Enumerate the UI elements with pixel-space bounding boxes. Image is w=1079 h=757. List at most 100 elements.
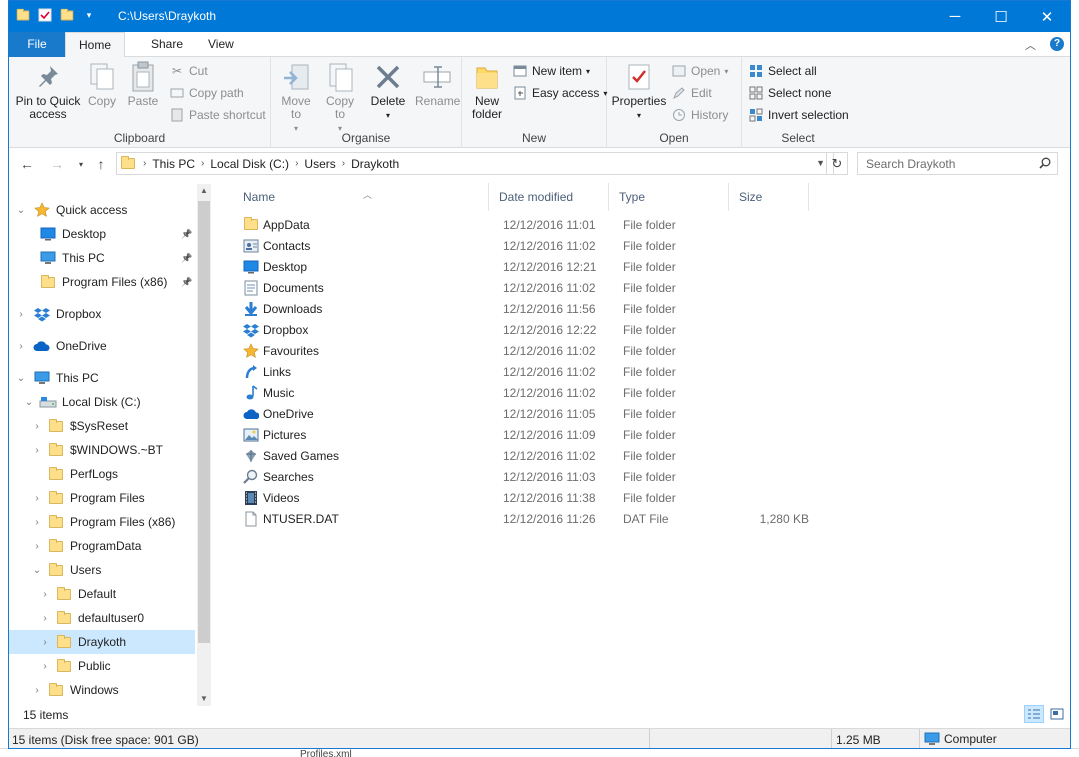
back-button[interactable]: ← bbox=[19, 156, 35, 172]
new-item-button[interactable]: New item ▾ bbox=[512, 61, 590, 81]
chevron-down-icon[interactable]: ▼ bbox=[816, 158, 825, 168]
nav-item[interactable]: Program Files (x86) 📌 bbox=[9, 270, 195, 294]
select-all-button[interactable]: Select all bbox=[748, 61, 817, 81]
nav-item[interactable]: › Windows bbox=[9, 678, 195, 702]
help-icon[interactable]: ? bbox=[1050, 37, 1064, 51]
tab-view[interactable]: View bbox=[195, 32, 247, 57]
chevron-right-icon[interactable]: › bbox=[39, 613, 51, 624]
file-row[interactable]: Favourites 12/12/2016 11:02 File folder bbox=[233, 340, 813, 361]
easy-access-button[interactable]: Easy access ▾ bbox=[512, 83, 607, 103]
chevron-down-icon[interactable]: ⌄ bbox=[31, 565, 43, 576]
forward-button[interactable]: → bbox=[49, 156, 65, 172]
nav-item[interactable]: › defaultuser0 bbox=[9, 606, 195, 630]
navigation-scrollbar[interactable]: ▲ ▼ bbox=[197, 184, 211, 706]
pin-to-quick-access-button[interactable]: Pin to Quick access bbox=[15, 61, 81, 121]
new-folder-button[interactable]: New folder bbox=[466, 61, 508, 121]
file-row[interactable]: Pictures 12/12/2016 11:09 File folder bbox=[233, 424, 813, 445]
maximize-button[interactable]: ☐ bbox=[978, 1, 1024, 32]
search-input[interactable]: Search Draykoth bbox=[857, 152, 1058, 175]
move-to-button[interactable]: Move to ▾ bbox=[277, 61, 315, 135]
rename-button[interactable]: Rename bbox=[415, 61, 460, 108]
chevron-right-icon[interactable]: › bbox=[31, 517, 43, 528]
column-header-type[interactable]: Type bbox=[609, 183, 729, 211]
nav-item[interactable]: › $WINDOWS.~BT bbox=[9, 438, 195, 462]
nav-item[interactable]: › $SysReset bbox=[9, 414, 195, 438]
paste-button[interactable]: Paste bbox=[125, 61, 161, 108]
nav-item[interactable]: ⌄ Local Disk (C:) bbox=[9, 390, 195, 414]
nav-item[interactable]: › Program Files (x86) bbox=[9, 510, 195, 534]
file-row[interactable]: Videos 12/12/2016 11:38 File folder bbox=[233, 487, 813, 508]
file-row[interactable]: AppData 12/12/2016 11:01 File folder bbox=[233, 214, 813, 235]
address-bar[interactable]: › This PC › Local Disk (C:) › Users › Dr… bbox=[116, 152, 834, 175]
copy-button[interactable]: Copy bbox=[85, 61, 119, 108]
file-row[interactable]: Contacts 12/12/2016 11:02 File folder bbox=[233, 235, 813, 256]
chevron-right-icon[interactable]: › bbox=[15, 341, 27, 352]
nav-item[interactable]: › Dropbox bbox=[9, 302, 195, 326]
large-icons-view-button[interactable] bbox=[1047, 705, 1067, 723]
select-none-button[interactable]: Select none bbox=[748, 83, 831, 103]
paste-shortcut-button[interactable]: Paste shortcut bbox=[169, 105, 266, 125]
file-row[interactable]: Dropbox 12/12/2016 12:22 File folder bbox=[233, 319, 813, 340]
nav-item[interactable]: › Program Files bbox=[9, 486, 195, 510]
properties-button[interactable]: Properties ▾ bbox=[611, 61, 667, 122]
nav-item[interactable]: › Public bbox=[9, 654, 195, 678]
cut-button[interactable]: ✂ Cut bbox=[169, 61, 208, 81]
nav-item[interactable]: This PC 📌 bbox=[9, 246, 195, 270]
nav-item[interactable]: › OneDrive bbox=[9, 334, 195, 358]
nav-item[interactable]: › ProgramData bbox=[9, 534, 195, 558]
delete-button[interactable]: Delete ▾ bbox=[367, 61, 409, 122]
column-header-size[interactable]: Size bbox=[729, 183, 809, 211]
chevron-down-icon[interactable]: ⌄ bbox=[15, 205, 27, 216]
file-row[interactable]: Music 12/12/2016 11:02 File folder bbox=[233, 382, 813, 403]
chevron-right-icon[interactable]: › bbox=[39, 661, 51, 672]
details-view-button[interactable] bbox=[1024, 705, 1044, 723]
history-button[interactable]: History bbox=[671, 105, 728, 125]
chevron-right-icon[interactable]: › bbox=[31, 493, 43, 504]
new-folder-icon[interactable] bbox=[59, 7, 75, 23]
properties-icon[interactable] bbox=[37, 7, 53, 23]
refresh-button[interactable]: ↻ bbox=[826, 152, 848, 175]
file-row[interactable]: Searches 12/12/2016 11:03 File folder bbox=[233, 466, 813, 487]
file-row[interactable]: Documents 12/12/2016 11:02 File folder bbox=[233, 277, 813, 298]
up-button[interactable]: ↑ bbox=[93, 156, 109, 172]
file-row[interactable]: Saved Games 12/12/2016 11:02 File folder bbox=[233, 445, 813, 466]
column-header-date[interactable]: Date modified bbox=[489, 183, 609, 211]
nav-item[interactable]: Desktop 📌 bbox=[9, 222, 195, 246]
nav-item[interactable]: › Draykoth bbox=[9, 630, 195, 654]
scroll-thumb[interactable] bbox=[198, 201, 210, 643]
invert-selection-button[interactable]: Invert selection bbox=[748, 105, 849, 125]
breadcrumb-this-pc[interactable]: This PC bbox=[152, 157, 195, 171]
tab-home[interactable]: Home bbox=[65, 32, 126, 58]
recent-locations-button[interactable]: ▾ bbox=[73, 156, 89, 172]
chevron-down-icon[interactable]: ⌄ bbox=[15, 373, 27, 384]
chevron-down-icon[interactable]: ▾ bbox=[81, 7, 97, 23]
close-button[interactable]: ✕ bbox=[1024, 1, 1070, 32]
nav-item[interactable]: ⌄ Quick access bbox=[9, 198, 195, 222]
chevron-right-icon[interactable]: › bbox=[15, 309, 27, 320]
scroll-up-button[interactable]: ▲ bbox=[197, 184, 211, 198]
nav-item[interactable]: ⌄ Users bbox=[9, 558, 195, 582]
nav-item[interactable]: ⌄ This PC bbox=[9, 366, 195, 390]
file-row[interactable]: Downloads 12/12/2016 11:56 File folder bbox=[233, 298, 813, 319]
chevron-right-icon[interactable]: › bbox=[31, 685, 43, 696]
minimize-button[interactable]: ─ bbox=[932, 1, 978, 32]
breadcrumb-draykoth[interactable]: Draykoth bbox=[351, 157, 399, 171]
breadcrumb-local-disk[interactable]: Local Disk (C:) bbox=[210, 157, 289, 171]
chevron-down-icon[interactable]: ⌄ bbox=[23, 397, 35, 408]
column-header-name[interactable]: Name ︿ bbox=[233, 183, 489, 211]
tab-share[interactable]: Share bbox=[138, 32, 196, 57]
copy-to-button[interactable]: Copy to ▾ bbox=[321, 61, 359, 135]
chevron-right-icon[interactable]: › bbox=[31, 421, 43, 432]
nav-item[interactable]: › Default bbox=[9, 582, 195, 606]
chevron-right-icon[interactable]: › bbox=[39, 637, 51, 648]
file-row[interactable]: NTUSER.DAT 12/12/2016 11:26 DAT File 1,280 … bbox=[233, 508, 813, 529]
open-button[interactable]: Open ▾ bbox=[671, 61, 728, 81]
file-row[interactable]: Links 12/12/2016 11:02 File folder bbox=[233, 361, 813, 382]
title-bar[interactable]: ▾ C:\Users\Draykoth ─ ☐ ✕ bbox=[9, 1, 1070, 32]
chevron-right-icon[interactable]: › bbox=[31, 445, 43, 456]
breadcrumb-users[interactable]: Users bbox=[304, 157, 335, 171]
file-row[interactable]: OneDrive 12/12/2016 11:05 File folder bbox=[233, 403, 813, 424]
chevron-right-icon[interactable]: › bbox=[39, 589, 51, 600]
edit-button[interactable]: Edit bbox=[671, 83, 712, 103]
collapse-ribbon-icon[interactable]: ︿ bbox=[1025, 37, 1036, 53]
